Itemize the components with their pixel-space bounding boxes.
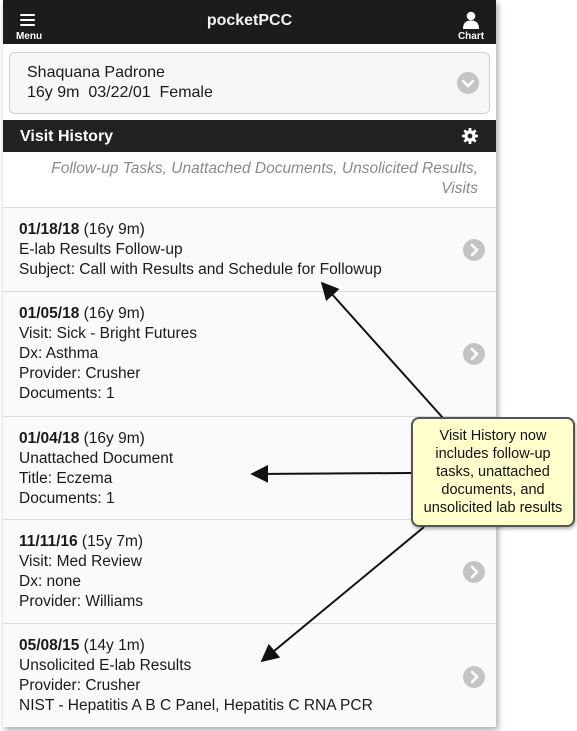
- visit-detail-line: Provider: Crusher: [19, 365, 141, 382]
- visit-detail-line: NIST - Hepatitis A B C Panel, Hepatitis …: [19, 697, 373, 714]
- visit-item[interactable]: 01/05/18 (16y 9m) Visit: Sick - Bright Fu…: [3, 291, 496, 416]
- visit-age: (16y 9m): [79, 221, 145, 238]
- visit-item-content: 01/18/18 (16y 9m) E-lab Results Follow-up…: [3, 208, 496, 280]
- visit-detail-line: Provider: Crusher: [19, 677, 141, 694]
- visit-date: 05/08/15: [19, 637, 80, 654]
- person-icon: [463, 11, 479, 29]
- visit-detail-line: Unattached Document: [19, 450, 174, 467]
- visit-detail-line: E-lab Results Follow-up: [19, 241, 183, 258]
- visit-detail-line: Unsolicited E-lab Results: [19, 657, 192, 674]
- visit-date-line: 11/11/16 (15y 7m): [19, 532, 436, 552]
- visit-date-line: 01/05/18 (16y 9m): [19, 304, 436, 324]
- visit-detail-line: Title: Eczema: [19, 470, 113, 487]
- gear-icon[interactable]: [462, 128, 478, 144]
- visit-detail-line: Dx: none: [19, 573, 82, 590]
- chart-label: Chart: [457, 31, 485, 42]
- patient-name: Shaquana Padrone: [27, 64, 165, 81]
- visit-detail-line: Visit: Med Review: [19, 553, 142, 570]
- patient-info: 16y 9m 03/22/01 Female: [27, 84, 213, 101]
- chevron-right-icon: [463, 665, 485, 688]
- chart-button[interactable]: Chart: [449, 6, 493, 42]
- visit-item[interactable]: 01/18/18 (16y 9m) E-lab Results Follow-up…: [3, 207, 496, 291]
- menu-label: Menu: [15, 31, 43, 42]
- chevron-right-icon: [463, 343, 485, 365]
- visit-date: 01/05/18: [19, 305, 80, 322]
- visit-detail-line: Dx: Asthma: [19, 345, 99, 362]
- visit-age: (16y 9m): [79, 430, 145, 447]
- visit-item-content: 11/11/16 (15y 7m) Visit: Med Review Dx: no…: [3, 520, 496, 612]
- visit-detail-line: Documents: 1: [19, 490, 115, 507]
- visit-detail-line: Subject: Call with Results and Schedule …: [19, 261, 382, 278]
- visit-history-header: Visit History: [3, 120, 496, 152]
- visit-item[interactable]: 11/11/16 (15y 7m) Visit: Med Review Dx: no…: [3, 519, 496, 623]
- visit-date: 01/18/18: [19, 221, 80, 238]
- visit-detail-line: Provider: Williams: [19, 593, 144, 610]
- visit-age: (14y 1m): [79, 637, 145, 654]
- visit-item-content: 05/08/15 (14y 1m) Unsolicited E-lab Resul…: [3, 624, 496, 716]
- visit-date: 01/04/18: [19, 430, 80, 447]
- visit-detail-line: Visit: Sick - Bright Futures: [19, 325, 198, 342]
- visit-date-line: 01/18/18 (16y 9m): [19, 220, 436, 240]
- chevron-right-icon: [463, 238, 485, 261]
- visit-item-content: 01/05/18 (16y 9m) Visit: Sick - Bright Fu…: [3, 292, 496, 404]
- filter-subtitle: Follow-up Tasks, Unattached Documents, U…: [51, 160, 478, 197]
- visit-date: 11/11/16: [19, 533, 78, 550]
- chevron-down-icon: [457, 72, 479, 94]
- chevron-right-icon: [463, 560, 485, 583]
- top-bar: Menu pocketPCC Chart: [3, 0, 496, 44]
- visit-age: (15y 7m): [77, 533, 144, 550]
- app-title: pocketPCC: [206, 12, 293, 29]
- visit-age: (16y 9m): [79, 305, 145, 322]
- app-screen: Menu pocketPCC Chart Shaquana Padrone 16…: [3, 0, 496, 727]
- patient-card[interactable]: Shaquana Padrone 16y 9m 03/22/01 Female: [9, 52, 490, 114]
- visit-date-line: 01/04/18 (16y 9m): [19, 429, 436, 449]
- visit-detail-line: Documents: 1: [19, 385, 115, 402]
- visit-date-line: 05/08/15 (14y 1m): [19, 636, 436, 656]
- section-title: Visit History: [20, 128, 114, 145]
- annotation-callout: Visit History now includes follow-up tas…: [411, 417, 575, 527]
- visit-item[interactable]: 05/08/15 (14y 1m) Unsolicited E-lab Resul…: [3, 623, 496, 727]
